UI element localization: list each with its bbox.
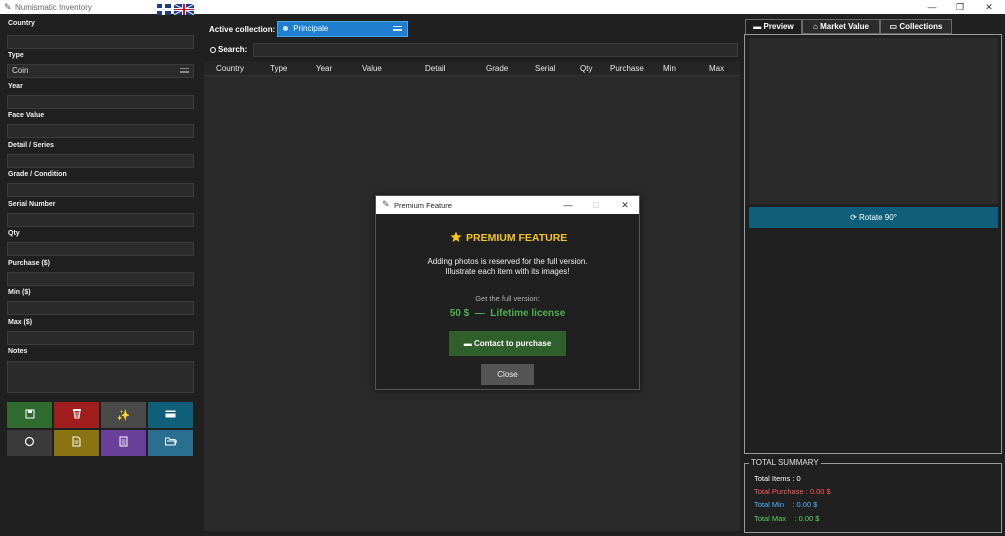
- max-label: Max ($): [8, 319, 33, 326]
- qty-label: Qty: [8, 230, 20, 237]
- window-title: Numismatic Inventory: [15, 3, 92, 12]
- country-field[interactable]: [7, 35, 194, 49]
- purchase-label: Purchase ($): [8, 260, 51, 267]
- type-label: Type: [8, 52, 24, 59]
- window-titlebar: ✎ Numismatic Inventory — ❐ ✕: [0, 0, 1005, 14]
- dialog-minimize-button[interactable]: —: [556, 198, 580, 212]
- type-select[interactable]: Coin: [7, 64, 194, 78]
- min-field[interactable]: [7, 301, 194, 315]
- dropdown-icon: [180, 68, 189, 73]
- document-icon: [72, 436, 81, 450]
- document-button[interactable]: [54, 430, 99, 456]
- column-value[interactable]: Value: [362, 64, 382, 73]
- trash-icon: [72, 408, 82, 422]
- tab-collections[interactable]: ▭ Collections: [880, 19, 952, 34]
- qty-field[interactable]: [7, 242, 194, 256]
- column-qty[interactable]: Qty: [580, 64, 592, 73]
- year-label: Year: [8, 83, 23, 90]
- column-detail[interactable]: Detail: [425, 64, 445, 73]
- face-value-field[interactable]: [7, 124, 194, 138]
- feather-icon: ✎: [4, 2, 12, 12]
- column-purchase[interactable]: Purchase: [610, 64, 644, 73]
- premium-description-line2: Illustrate each item with its images!: [445, 267, 570, 276]
- contact-to-purchase-button[interactable]: ▬ Contact to purchase: [449, 331, 566, 356]
- year-field[interactable]: [7, 95, 194, 109]
- image-icon: ▬: [753, 22, 762, 31]
- active-collection-value: Principale: [293, 24, 329, 33]
- column-year[interactable]: Year: [316, 64, 332, 73]
- card-button[interactable]: [148, 402, 193, 428]
- premium-description-line1: Adding photos is reserved for the full v…: [427, 257, 588, 266]
- rotate-icon: ⟳: [850, 213, 857, 222]
- open-folder-button[interactable]: [148, 430, 193, 456]
- save-button[interactable]: [7, 402, 52, 428]
- grade-label: Grade / Condition: [8, 171, 67, 178]
- sparkle-button[interactable]: ✨: [101, 402, 146, 428]
- search-label: Search:: [210, 45, 247, 54]
- max-field[interactable]: [7, 331, 194, 345]
- premium-heading: PREMIUM FEATURE: [466, 232, 568, 244]
- card-icon: ▬: [463, 339, 472, 348]
- dialog-maximize-button: □: [593, 200, 599, 210]
- card-icon: [165, 409, 176, 421]
- circle-icon: [24, 436, 35, 450]
- active-collection-select[interactable]: Principale: [277, 21, 408, 37]
- column-max[interactable]: Max: [709, 64, 724, 73]
- reset-button[interactable]: [7, 430, 52, 456]
- dialog-close-icon[interactable]: ✕: [613, 198, 637, 212]
- column-country[interactable]: Country: [216, 64, 244, 73]
- total-min: Total Min : 0.00 $: [754, 500, 818, 509]
- grade-field[interactable]: [7, 183, 194, 197]
- total-max: Total Max : 0.00 $: [754, 514, 820, 523]
- column-type[interactable]: Type: [270, 64, 287, 73]
- french-flag-icon[interactable]: [157, 4, 171, 15]
- tab-preview[interactable]: ▬ Preview: [745, 19, 802, 34]
- price-text: 50 $ — Lifetime license: [449, 308, 566, 319]
- detail-series-label: Detail / Series: [8, 142, 54, 149]
- box-icon: ▭: [889, 22, 898, 31]
- report-button[interactable]: [101, 430, 146, 456]
- delete-button[interactable]: [54, 402, 99, 428]
- feather-icon: ✎: [382, 199, 390, 209]
- star-icon: [450, 231, 462, 243]
- dropdown-icon: [393, 26, 402, 31]
- premium-dialog: ✎ Premium Feature — □ ✕ PREMIUM FEATURE …: [375, 195, 640, 390]
- total-purchase: Total Purchase : 0.00 $: [754, 487, 831, 496]
- purchase-field[interactable]: [7, 272, 194, 286]
- bank-icon: ⌂: [813, 22, 818, 31]
- dialog-title: Premium Feature: [394, 201, 452, 210]
- column-serial[interactable]: Serial: [535, 64, 555, 73]
- notes-field[interactable]: [7, 361, 194, 393]
- close-window-button[interactable]: ✕: [974, 0, 1004, 14]
- serial-field[interactable]: [7, 213, 194, 227]
- column-min[interactable]: Min: [663, 64, 676, 73]
- image-preview-area: [749, 38, 998, 204]
- uk-flag-icon[interactable]: [174, 4, 194, 15]
- serial-label: Serial Number: [8, 201, 56, 208]
- floppy-icon: [25, 409, 35, 422]
- folder-icon: [164, 437, 177, 449]
- tab-market-value[interactable]: ⌂ Market Value: [802, 19, 880, 34]
- country-label: Country: [8, 20, 35, 27]
- total-items: Total Items : 0: [754, 474, 801, 483]
- min-label: Min ($): [8, 289, 31, 296]
- rotate-button[interactable]: ⟳ Rotate 90°: [749, 207, 998, 228]
- minimize-button[interactable]: —: [917, 0, 947, 14]
- type-value: Coin: [12, 66, 29, 75]
- column-grade[interactable]: Grade: [486, 64, 508, 73]
- sparkle-icon: ✨: [116, 409, 131, 422]
- dialog-titlebar: ✎ Premium Feature — □ ✕: [376, 196, 639, 214]
- collection-dot-icon: [283, 26, 288, 31]
- detail-series-field[interactable]: [7, 154, 194, 168]
- maximize-button[interactable]: ❐: [945, 0, 975, 14]
- face-value-label: Face Value: [8, 112, 45, 119]
- active-collection-label: Active collection:: [209, 25, 276, 34]
- get-full-version-text: Get the full version:: [475, 294, 540, 303]
- report-icon: [119, 436, 128, 450]
- summary-title: TOTAL SUMMARY: [749, 458, 821, 467]
- close-button[interactable]: Close: [481, 364, 534, 385]
- notes-label: Notes: [8, 348, 28, 355]
- search-icon: [210, 46, 216, 53]
- search-input[interactable]: [253, 43, 738, 57]
